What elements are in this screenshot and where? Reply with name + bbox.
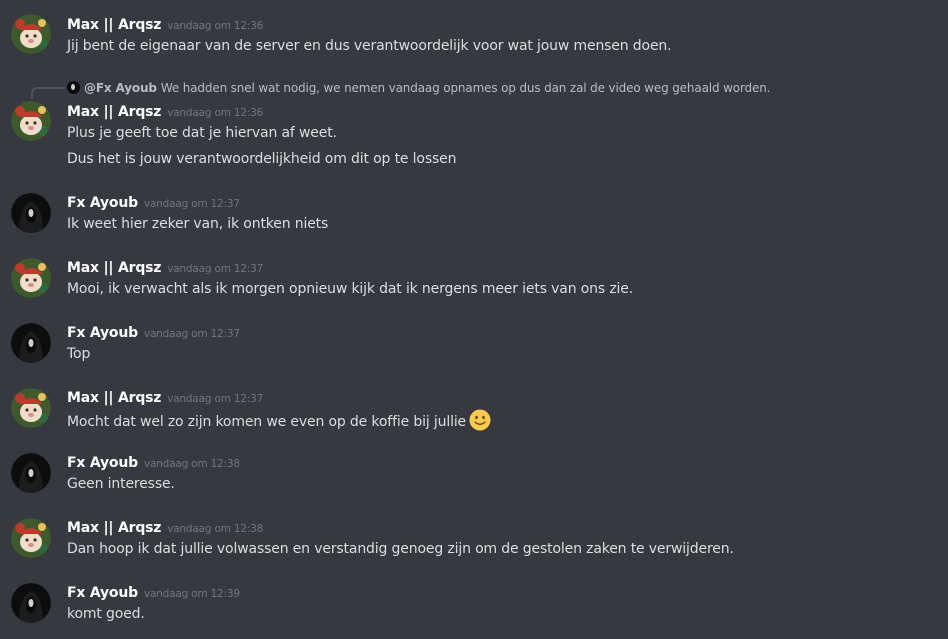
message-timestamp: vandaag om 12:37 [167,393,264,405]
user-avatar[interactable] [11,518,51,558]
message-author[interactable]: Fx Ayoub [67,585,138,601]
message-timestamp: vandaag om 12:38 [143,458,240,470]
message-text-content: Mocht dat wel zo zijn komen we even op d… [67,414,467,430]
message-text: Dus het is jouw verantwoordelijkheid om … [67,151,457,167]
message-author[interactable]: Max || Arqsz [67,260,161,276]
message-text: Mocht dat wel zo zijn komen we even op d… [67,409,491,432]
message-timestamp: vandaag om 12:36 [167,107,264,119]
reply-author[interactable]: @Fx Ayoub [84,81,157,95]
reply-reference[interactable]: @Fx Ayoub We hadden snel wat nodig, we ne… [67,79,770,97]
message-text: Dan hoop ik dat jullie volwassen en vers… [67,541,734,557]
message-text: Jij bent de eigenaar van de server en du… [67,38,672,54]
reply-avatar [67,81,80,94]
message-timestamp: vandaag om 12:36 [167,20,264,32]
message-text: Top [67,346,91,362]
message-text: Geen interesse. [67,476,175,492]
user-avatar[interactable] [11,323,51,363]
message-text: Mooi, ik verwacht als ik morgen opnieuw … [67,281,634,297]
message-text: Plus je geeft toe dat je hiervan af weet… [67,125,337,141]
message-author[interactable]: Max || Arqsz [67,104,161,120]
message-author[interactable]: Fx Ayoub [67,195,138,211]
message-author[interactable]: Fx Ayoub [67,455,138,471]
message-text: komt goed. [67,606,145,622]
user-avatar[interactable] [11,388,51,428]
user-avatar[interactable] [11,258,51,298]
user-avatar[interactable] [11,193,51,233]
message-author[interactable]: Max || Arqsz [67,520,161,536]
user-avatar[interactable] [11,101,51,141]
reply-spine [31,87,65,99]
message-timestamp: vandaag om 12:37 [167,263,264,275]
message-author[interactable]: Max || Arqsz [67,390,161,406]
message-timestamp: vandaag om 12:37 [143,328,240,340]
message-author[interactable]: Fx Ayoub [67,325,138,341]
message-author[interactable]: Max || Arqsz [67,17,161,33]
message-text: Ik weet hier zeker van, ik ontken niets [67,216,329,232]
chat-message-list: Max || Arqsz vandaag om 12:36 Jij bent de… [0,0,948,639]
message-timestamp: vandaag om 12:37 [143,198,240,210]
slight-smile-emoji[interactable] [469,409,491,431]
user-avatar[interactable] [11,453,51,493]
message-timestamp: vandaag om 12:38 [167,523,264,535]
user-avatar[interactable] [11,14,51,54]
message-timestamp: vandaag om 12:39 [143,588,240,600]
user-avatar[interactable] [11,583,51,623]
reply-text: We hadden snel wat nodig, we nemen vanda… [160,81,771,95]
